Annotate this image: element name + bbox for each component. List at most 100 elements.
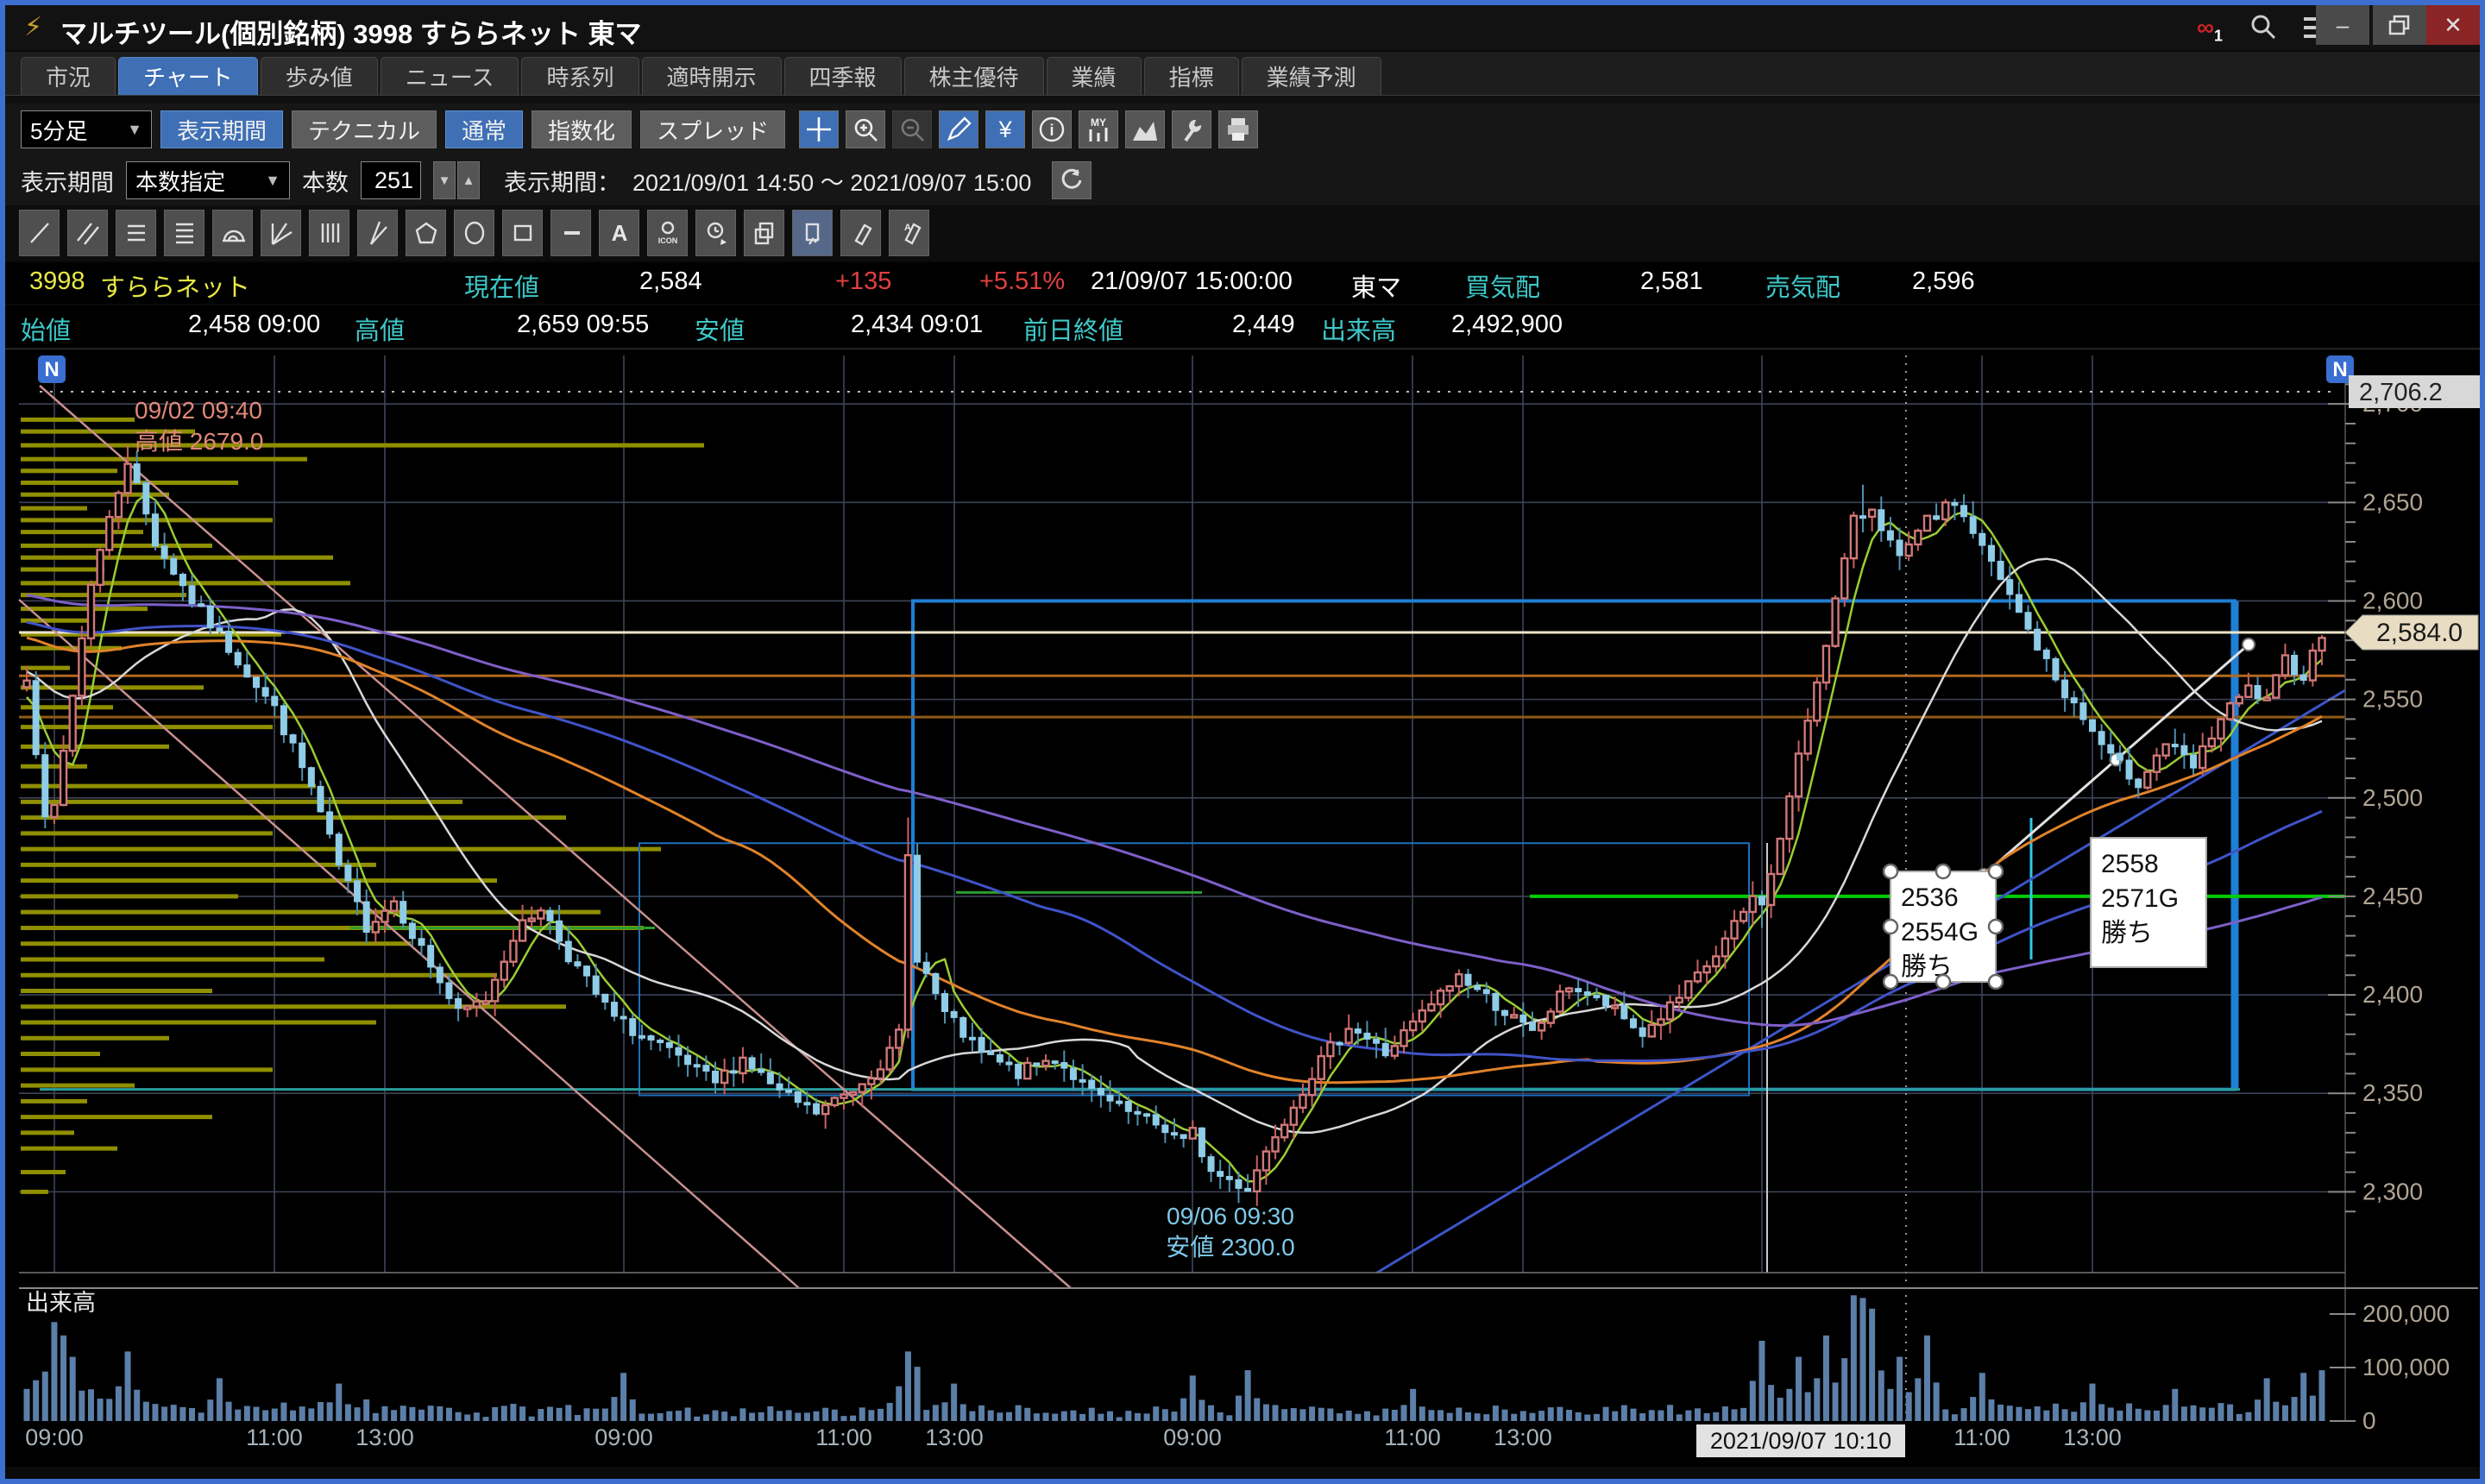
rectangle-tool[interactable] [502, 210, 543, 256]
hand-move-icon [801, 220, 825, 246]
parallel-channel-tool[interactable] [67, 210, 108, 256]
vertical-lines-tool[interactable] [309, 210, 349, 256]
close-button[interactable]: ✕ [2426, 5, 2480, 45]
label-low: 安値 [695, 311, 745, 347]
hand-move-tool[interactable] [792, 210, 833, 256]
low-value: 2,434 09:01 [851, 311, 983, 339]
pentagon-tool[interactable] [406, 210, 446, 256]
ellipse-tool[interactable] [454, 210, 494, 256]
tab-時系列[interactable]: 時系列 [521, 57, 639, 95]
chart-canvas[interactable]: 2,7002,6502,6002,5502,5002,4502,4002,350… [5, 349, 2480, 1468]
selection-handle[interactable] [1884, 920, 1897, 934]
wrench-icon [1179, 116, 1205, 142]
label-bid: 買気配 [1465, 267, 1540, 304]
stock-name: すららネット [100, 267, 250, 304]
tab-四季報[interactable]: 四季報 [784, 57, 902, 95]
time-axis-label: 13:00 [1494, 1424, 1552, 1450]
restore-button[interactable] [2373, 5, 2426, 45]
text-tool[interactable]: A [599, 210, 639, 256]
minimize-button[interactable]: – [2316, 5, 2369, 45]
label-ask: 売気配 [1765, 267, 1840, 304]
bar-count-input[interactable] [361, 161, 421, 199]
horizontal-lines-4-tool[interactable] [164, 210, 204, 256]
count-up-button[interactable]: ▲ [457, 161, 480, 199]
link-group-icon[interactable]: ∞1 [2197, 14, 2223, 46]
range-toolbar: 表示期間 本数指定▼ 本数 ▼ ▲ 表示期間： 2021/09/01 14:50… [5, 155, 2480, 205]
price-change-pct: +5.51% [979, 267, 1065, 296]
tab-bar: 市況チャート歩み値ニュース時系列適時開示四季報株主優待業績指標業績予測 [5, 52, 2480, 95]
count-label: 本数 [302, 164, 349, 198]
count-mode-dropdown[interactable]: 本数指定▼ [126, 161, 290, 199]
crosshair-button[interactable] [799, 110, 839, 148]
eraser-all-tool[interactable]: A [889, 210, 929, 256]
time-axis-label: 11:00 [246, 1424, 303, 1450]
time-axis-label: 11:00 [1384, 1424, 1441, 1450]
wrench-button[interactable] [1172, 110, 1211, 148]
indexed-button[interactable]: 指数化 [532, 110, 632, 148]
horizontal-segment-tool[interactable] [550, 210, 591, 256]
time-axis-label: 11:00 [1953, 1424, 2010, 1450]
selection-handle[interactable] [1989, 865, 2003, 878]
quote-datetime: 21/09/07 15:00:00 [1091, 267, 1293, 296]
text-icon: A [607, 220, 632, 246]
open-value: 2,458 09:00 [188, 311, 320, 339]
reload-button[interactable] [1052, 161, 1092, 199]
high-annotation: 09/02 09:40 [135, 397, 262, 424]
printer-button[interactable] [1218, 110, 1258, 148]
chart-area[interactable]: 2,7002,6502,6002,5502,5002,4502,4002,350… [5, 349, 2480, 1467]
prev-close-value: 2,449 [1232, 311, 1295, 339]
normal-button[interactable]: 通常 [445, 110, 523, 148]
svg-text:勝ち: 勝ち [2101, 919, 2153, 947]
period-label: 表示期間： [504, 164, 620, 198]
eraser-all-icon: A [897, 220, 922, 246]
tab-業績[interactable]: 業績 [1047, 57, 1142, 95]
selection-handle[interactable] [1989, 920, 2003, 934]
spread-button[interactable]: スプレッド [640, 110, 785, 148]
time-marker-tool[interactable] [695, 210, 736, 256]
selection-handle[interactable] [1936, 975, 1950, 989]
fan-lines-tool[interactable] [261, 210, 301, 256]
icon-stamp-tool[interactable]: ICON [647, 210, 688, 256]
technical-button[interactable]: テクニカル [292, 110, 437, 148]
volume-axis-label: 200,000 [2362, 1300, 2450, 1327]
horizontal-lines-3-tool[interactable] [116, 210, 156, 256]
search-icon[interactable] [2249, 12, 2278, 46]
tab-歩み値[interactable]: 歩み値 [261, 57, 378, 95]
volume-value: 2,492,900 [1451, 311, 1563, 339]
speed-lines-tool[interactable] [357, 210, 398, 256]
zoom-in-button[interactable] [846, 110, 885, 148]
tab-市況[interactable]: 市況 [21, 57, 116, 95]
trendline-tool[interactable] [19, 210, 60, 256]
my-indicator-button[interactable]: MY [1079, 110, 1118, 148]
eraser-icon [849, 220, 873, 246]
time-axis-label: 09:00 [1163, 1424, 1222, 1450]
eraser-tool[interactable] [840, 210, 881, 256]
info-button[interactable]: i [1032, 110, 1072, 148]
ask-price: 2,596 [1912, 267, 1975, 296]
fibonacci-arc-tool[interactable] [212, 210, 253, 256]
selection-handle[interactable] [1936, 865, 1950, 878]
count-down-button[interactable]: ▼ [433, 161, 456, 199]
selection-handle[interactable] [1884, 865, 1897, 878]
pencil-button[interactable] [939, 110, 978, 148]
interval-dropdown[interactable]: 5分足▼ [21, 110, 152, 148]
tab-ニュース[interactable]: ニュース [381, 57, 519, 95]
tab-チャート[interactable]: チャート [118, 57, 258, 95]
zoom-out-button[interactable] [892, 110, 932, 148]
yen-button[interactable]: ¥ [985, 110, 1025, 148]
horizontal-segment-icon [559, 220, 583, 246]
tab-業績予測[interactable]: 業績予測 [1242, 57, 1381, 95]
area-chart-button[interactable] [1125, 110, 1165, 148]
selection-handle[interactable] [1884, 975, 1897, 989]
tab-適時開示[interactable]: 適時開示 [642, 57, 782, 95]
selection-handle[interactable] [1989, 975, 2003, 989]
price-axis-label: 2,450 [2362, 883, 2423, 909]
svg-text:A: A [611, 220, 627, 246]
chevron-down-icon: ▼ [253, 172, 280, 190]
tab-指標[interactable]: 指標 [1144, 57, 1239, 95]
display-period-button[interactable]: 表示期間 [160, 110, 283, 148]
my-indicator-icon: MY [1084, 116, 1113, 143]
copy-tool[interactable] [744, 210, 784, 256]
tab-株主優待[interactable]: 株主優待 [904, 57, 1044, 95]
trendline-icon [28, 220, 52, 246]
